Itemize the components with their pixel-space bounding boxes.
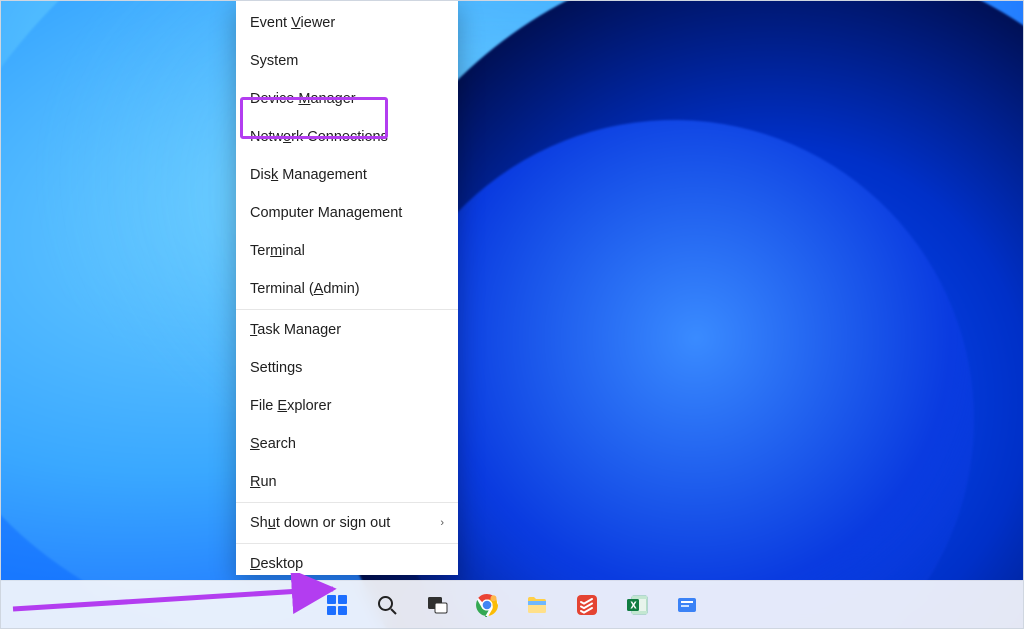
menu-item-label: File Explorer [250,398,331,414]
menu-item-label: Network Connections [250,129,388,145]
menu-item-shut-down-or-sign-out[interactable]: Shut down or sign out › [236,504,458,542]
menu-item-computer-management[interactable]: Computer Management [236,194,458,232]
menu-item-label: Desktop [250,556,303,572]
menu-item-run[interactable]: Run [236,463,458,501]
desktop-wallpaper [0,0,1024,629]
menu-item-event-viewer[interactable]: Event Viewer [236,4,458,42]
menu-item-label: Run [250,474,277,490]
menu-item-label: System [250,53,298,69]
menu-item-label: Shut down or sign out [250,515,390,531]
menu-item-label: Event Viewer [250,15,335,31]
menu-item-network-connections[interactable]: Network Connections [236,118,458,156]
file-explorer-icon[interactable] [517,585,557,625]
menu-item-search[interactable]: Search [236,425,458,463]
chevron-right-icon: › [440,517,444,529]
menu-item-disk-management[interactable]: Disk Management [236,156,458,194]
search-icon[interactable] [367,585,407,625]
menu-item-label: Disk Management [250,167,367,183]
taskbar [0,580,1024,629]
menu-item-system[interactable]: System [236,42,458,80]
widget-icon[interactable] [667,585,707,625]
menu-item-device-manager[interactable]: Device Manager [236,80,458,118]
menu-item-label: Terminal (Admin) [250,281,360,297]
menu-item-label: Search [250,436,296,452]
menu-item-label: Terminal [250,243,305,259]
chrome-icon[interactable] [467,585,507,625]
winx-context-menu: Event Viewer System Device Manager Network … [236,0,458,575]
menu-item-label: Computer Management [250,205,402,221]
task-view-icon[interactable] [417,585,457,625]
menu-item-settings[interactable]: Settings [236,349,458,387]
start-icon[interactable] [317,585,357,625]
menu-item-terminal[interactable]: Terminal [236,232,458,270]
todoist-icon[interactable] [567,585,607,625]
menu-separator [236,502,458,503]
menu-item-task-manager[interactable]: Task Manager [236,311,458,349]
menu-item-desktop[interactable]: Desktop [236,545,458,583]
menu-item-label: Task Manager [250,322,341,338]
menu-item-file-explorer[interactable]: File Explorer [236,387,458,425]
menu-item-terminal-admin[interactable]: Terminal (Admin) [236,270,458,308]
menu-separator [236,309,458,310]
menu-item-label: Device Manager [250,91,356,107]
menu-item-label: Settings [250,360,302,376]
menu-separator [236,543,458,544]
excel-icon[interactable] [617,585,657,625]
